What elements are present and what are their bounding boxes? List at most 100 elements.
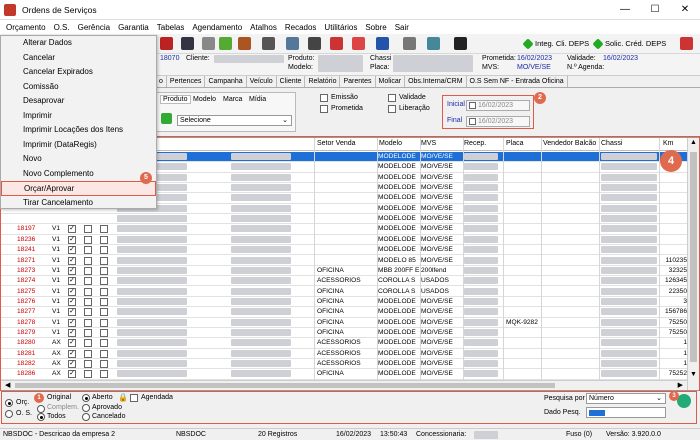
search-icon[interactable] bbox=[677, 394, 691, 408]
book-icon[interactable] bbox=[219, 37, 232, 50]
chassi-label: Chassi bbox=[370, 55, 392, 62]
badge-1: 1 bbox=[34, 393, 44, 403]
orc-radio[interactable] bbox=[5, 399, 13, 407]
tab-parentes[interactable]: Parentes bbox=[340, 76, 376, 87]
menu-sobre[interactable]: Sobre bbox=[361, 23, 390, 32]
validade-value: 16/02/2023 bbox=[603, 55, 639, 62]
menu-garantia[interactable]: Garantia bbox=[114, 23, 153, 32]
integ-diamond-icon bbox=[522, 38, 534, 50]
menu-agendamento[interactable]: Agendamento bbox=[188, 23, 246, 32]
report-icon[interactable] bbox=[352, 37, 365, 50]
tab-os-sem-nf[interactable]: O.S Sem NF - Entrada Oficina bbox=[467, 76, 568, 87]
menu-item-novo-complemento[interactable]: Novo Complemento bbox=[1, 167, 156, 182]
minimize-button[interactable]: — bbox=[610, 0, 640, 20]
original-radio[interactable] bbox=[37, 405, 45, 413]
inicial-enable-checkbox[interactable] bbox=[469, 101, 476, 109]
menu-recados[interactable]: Recados bbox=[281, 23, 321, 32]
exit-icon[interactable] bbox=[680, 37, 693, 50]
menu-item-novo[interactable]: Novo bbox=[1, 152, 156, 167]
tab-obs-interna[interactable]: Obs.Interna/CRM bbox=[405, 76, 467, 87]
validade-label: Validade: bbox=[567, 55, 596, 62]
tab-veiculo[interactable]: Veículo bbox=[247, 76, 277, 87]
car-icon[interactable] bbox=[262, 37, 275, 50]
emissao-checkbox[interactable] bbox=[320, 94, 328, 102]
status-bar: NBSDOC - Descricao da empresa 2 NBSDOC 2… bbox=[0, 428, 700, 440]
cash-icon[interactable] bbox=[403, 37, 416, 50]
maximize-button[interactable]: ☐ bbox=[640, 0, 670, 20]
pesquisa-label: Pesquisa por bbox=[544, 395, 585, 402]
wrench-icon[interactable] bbox=[427, 37, 440, 50]
pesquisa-select[interactable]: Número ⌄ bbox=[586, 393, 666, 404]
menu-item-alterar-dados[interactable]: Alterar Dados bbox=[1, 36, 156, 51]
aberto-label: Aberto bbox=[92, 394, 113, 401]
menu-item-comissao[interactable]: Comissão bbox=[1, 80, 156, 95]
tag-icon[interactable] bbox=[286, 37, 299, 50]
integ-label[interactable]: Integ. Cli. DEPS bbox=[535, 39, 589, 48]
orcamento-dropdown-menu: Alterar Dados Cancelar Cancelar Expirado… bbox=[0, 35, 157, 209]
tab-partial[interactable]: o bbox=[156, 76, 167, 87]
menu-item-imprimir-dataregis[interactable]: Imprimir (DataRegis) bbox=[1, 138, 156, 153]
subtab-produto[interactable]: Produto bbox=[160, 95, 191, 104]
menu-tabelas[interactable]: Tabelas bbox=[153, 23, 189, 32]
menu-item-orcar-aprovar[interactable]: Orçar/Aprovar bbox=[1, 181, 156, 196]
tab-campanha[interactable]: Campanha bbox=[205, 76, 247, 87]
menu-utilitarios[interactable]: Utilitários bbox=[320, 23, 361, 32]
filter-panel: Produto Modelo Marca Mídia Selecione ⌄ E… bbox=[156, 88, 700, 136]
inicial-date-picker[interactable]: 16/02/2023 bbox=[466, 100, 530, 111]
tools-icon[interactable] bbox=[202, 37, 215, 50]
agendada-checkbox[interactable] bbox=[130, 394, 138, 402]
tab-relatorio[interactable]: Relatório bbox=[305, 76, 341, 87]
subtab-modelo[interactable]: Modelo bbox=[193, 96, 216, 103]
pesquisa-select-value: Número bbox=[589, 395, 614, 402]
menu-atalhos[interactable]: Atalhos bbox=[246, 23, 281, 32]
table-icon[interactable] bbox=[330, 37, 343, 50]
os-radio[interactable] bbox=[5, 410, 13, 418]
badge-2: 2 bbox=[534, 92, 546, 104]
liberacao-checkbox[interactable] bbox=[388, 105, 396, 113]
menu-gerencia[interactable]: Gerência bbox=[74, 23, 114, 32]
produto-select-value: Selecione bbox=[180, 117, 211, 124]
aprovado-radio[interactable] bbox=[82, 404, 90, 412]
status-date: 16/02/2023 bbox=[336, 431, 372, 438]
placa-label: Placa: bbox=[370, 64, 390, 71]
tab-pertences[interactable]: Pertences bbox=[167, 76, 206, 87]
final-enable-checkbox[interactable] bbox=[469, 117, 476, 125]
validade-checkbox[interactable] bbox=[388, 94, 396, 102]
print-icon[interactable] bbox=[308, 37, 321, 50]
menu-item-tirar-cancelamento[interactable]: Tirar Cancelamento bbox=[1, 196, 156, 211]
qr-icon[interactable] bbox=[454, 37, 467, 50]
todos-radio[interactable] bbox=[37, 413, 45, 421]
tab-cliente[interactable]: Cliente bbox=[277, 76, 306, 87]
menu-item-imprimir-locacoes[interactable]: Imprimir Locações dos Itens bbox=[1, 123, 156, 138]
solic-label[interactable]: Solic. Créd. DEPS bbox=[605, 39, 666, 48]
menu-orcamento[interactable]: Orçamento bbox=[2, 23, 50, 32]
cancelado-radio[interactable] bbox=[82, 413, 90, 421]
original-label: Original bbox=[47, 394, 72, 401]
produto-select[interactable]: Selecione ⌄ bbox=[177, 115, 292, 126]
network-icon[interactable] bbox=[376, 37, 389, 50]
menu-sair[interactable]: Sair bbox=[391, 23, 413, 32]
menu-item-desaprovar[interactable]: Desaprovar bbox=[1, 94, 156, 109]
books-icon[interactable] bbox=[238, 37, 251, 50]
validade-check-label: Validade bbox=[399, 94, 426, 101]
menu-os[interactable]: O.S. bbox=[50, 23, 74, 32]
os-number: 18070 bbox=[160, 55, 180, 62]
tab-molicar[interactable]: Molicar bbox=[376, 76, 406, 87]
printer-icon[interactable] bbox=[181, 37, 194, 50]
aberto-radio[interactable] bbox=[82, 394, 90, 402]
subtab-midia[interactable]: Mídia bbox=[249, 96, 266, 103]
menu-item-cancelar[interactable]: Cancelar bbox=[1, 51, 156, 66]
cliente-label: Cliente: bbox=[186, 55, 210, 62]
subtab-marca[interactable]: Marca bbox=[223, 96, 242, 103]
tab-bar: o Pertences Campanha Veículo Cliente Rel… bbox=[156, 76, 700, 88]
prometida-checkbox[interactable] bbox=[320, 105, 328, 113]
close-button[interactable]: ✕ bbox=[670, 0, 700, 20]
chevron-down-icon: ⌄ bbox=[282, 117, 288, 124]
dado-pesq-input[interactable] bbox=[586, 407, 666, 418]
menu-item-cancelar-expirados[interactable]: Cancelar Expirados bbox=[1, 65, 156, 80]
menu-item-imprimir[interactable]: Imprimir bbox=[1, 109, 156, 124]
aprovado-label: Aprovado bbox=[92, 404, 122, 411]
final-date-picker[interactable]: 16/02/2023 bbox=[466, 116, 530, 127]
record-icon[interactable] bbox=[160, 37, 173, 50]
inicial-label: Inicial bbox=[447, 101, 465, 108]
